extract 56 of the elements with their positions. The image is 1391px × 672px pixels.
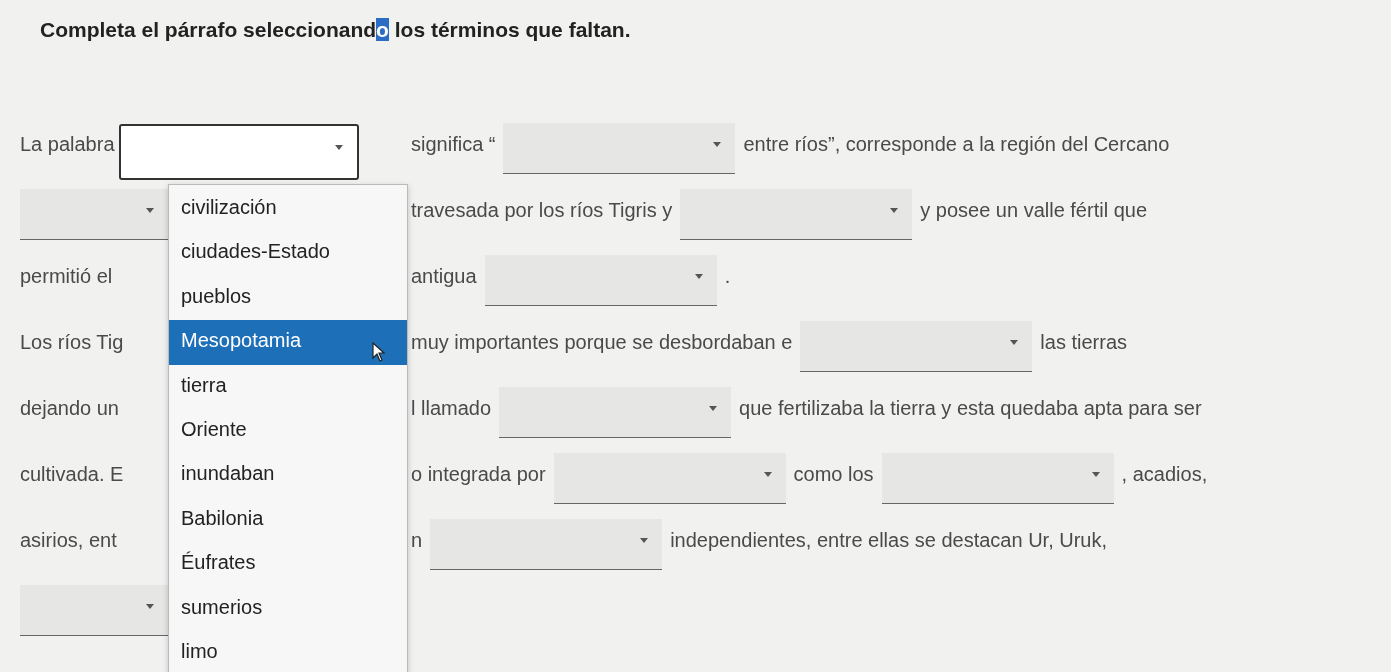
caret-icon [640,538,649,543]
caret-icon [1010,340,1019,345]
menu-item[interactable]: Oriente [169,408,407,454]
dropdown-field[interactable] [503,123,736,174]
paragraph-text: Los ríos Tig [20,331,124,355]
menu-item[interactable]: pueblos [169,275,407,321]
paragraph-text: como los [793,463,874,487]
paragraph-text: l llamado [411,397,492,421]
paragraph-text: y posee un valle fértil que [920,199,1148,223]
caret-icon [713,142,722,147]
menu-item[interactable]: civilización [169,187,407,232]
cursor-icon [372,342,386,362]
dropdown-field[interactable] [430,519,663,570]
menu-item[interactable]: tierra [169,364,407,409]
menu-item[interactable]: ciudades-Estado [169,231,407,276]
menu-item[interactable]: limo [169,630,407,672]
paragraph-text: cultivada. E [20,463,124,487]
dropdown-field[interactable] [118,124,359,180]
paragraph-text: que fertilizaba la tierra y esta quedaba apta para ser [739,397,1202,421]
dropdown-field[interactable] [20,585,168,636]
paragraph-text: muy importantes porque se desbordaban e [411,331,793,355]
caret-icon [146,604,154,609]
paragraph-text: permitió el [20,265,113,289]
menu-item[interactable]: sumerios [169,586,407,631]
paragraph-text: independientes, entre ellas se destacan Ur, Uruk, [670,529,1108,553]
caret-icon [1091,472,1100,477]
caret-icon [334,145,343,150]
caret-icon [694,274,703,279]
dropdown-field[interactable] [20,189,168,240]
menu-item[interactable]: Babilonia [169,497,407,543]
paragraph-text: significa “ [411,133,496,157]
dropdown-field[interactable] [484,255,717,306]
dropdown-field[interactable] [800,321,1033,372]
paragraph-text: La palabra [20,133,115,157]
paragraph-text: , acadios, [1121,463,1208,487]
dropdown-field[interactable] [680,189,913,240]
dropdown-field[interactable] [499,387,732,438]
caret-icon [146,208,154,213]
paragraph-text: asirios, ent [20,529,117,553]
menu-item[interactable]: Mesopotamia [169,320,407,365]
paragraph-text: antigua [411,265,477,289]
dropdown-field[interactable] [881,453,1114,504]
paragraph-text: entre ríos”, corresponde a la región del Cercano [743,133,1170,157]
menu-item[interactable]: Éufrates [169,542,407,587]
paragraph-text: dejando un [20,397,119,421]
paragraph-text: n [411,529,423,553]
caret-icon [709,406,718,411]
instructions-title: Completa el párrafo seleccionando los términos que faltan. [40,18,631,42]
dropdown-field[interactable] [553,453,786,504]
paragraph-text: travesada por los ríos Tigris y [411,199,673,223]
caret-icon [890,208,899,213]
paragraph-text: . [724,265,731,289]
caret-icon [763,472,772,477]
paragraph-text: las tierras [1040,331,1128,355]
paragraph-text: o integrada por [411,463,546,487]
menu-item[interactable]: inundaban [169,453,407,498]
